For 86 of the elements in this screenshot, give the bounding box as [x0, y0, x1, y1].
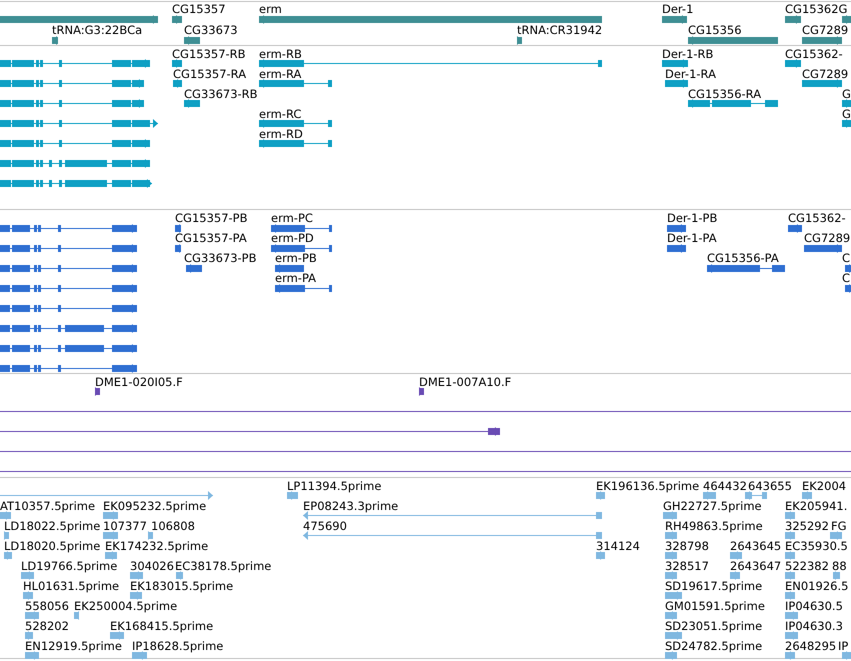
- feature-label: IP: [838, 639, 848, 653]
- feature-label: IP04630.5: [785, 599, 843, 613]
- feature-label: CG7289: [802, 67, 848, 81]
- feature-label: G: [842, 87, 851, 101]
- feature-label: 558056: [25, 599, 69, 613]
- feature-label: EN01926.5: [785, 579, 848, 593]
- feature-label: CG15357-RB: [172, 47, 246, 61]
- feature-label: Der-1: [662, 2, 694, 16]
- feature-label: C: [842, 251, 850, 265]
- feature-label: SD24782.5prime: [665, 639, 762, 653]
- feature-label: CG15357-RA: [173, 67, 246, 81]
- feature-label: EK250004.5prime: [74, 599, 178, 613]
- feature-label: AT10357.5prime: [0, 499, 96, 513]
- feature-label: EK183015.5prime: [130, 579, 234, 593]
- feature-label: HL01631.5prime: [23, 579, 120, 593]
- feature-label: erm-RD: [259, 127, 303, 141]
- feature-label: CG15357-PA: [175, 231, 247, 245]
- feature-label: LD18022.5prime: [4, 519, 100, 533]
- feature-label: erm-PA: [275, 271, 316, 285]
- feature-label: CG7289: [804, 231, 850, 245]
- feature-label: 2648295: [785, 639, 836, 653]
- feature-label: erm: [259, 2, 282, 16]
- feature-label: CG15357-PB: [175, 211, 248, 225]
- feature-label: EP08243.3prime: [303, 499, 398, 513]
- feature-label: 464432: [703, 479, 747, 493]
- feature-label: C: [842, 271, 850, 285]
- feature-label: CG15362-: [788, 211, 846, 225]
- feature-label: 314124: [596, 539, 640, 553]
- feature-label: IP04630.3: [785, 619, 843, 633]
- feature-label: EK205941.: [785, 499, 848, 513]
- feature-label: EK2004: [802, 479, 846, 493]
- feature-label: EN12919.5prime: [25, 639, 122, 653]
- feature-label: EK168415.5prime: [110, 619, 214, 633]
- feature-label: FG: [831, 519, 847, 533]
- feature-label: CG7289: [802, 23, 848, 37]
- feature-label: 643655: [748, 479, 792, 493]
- feature-label: 2643647: [730, 559, 782, 573]
- feature-label: SD23051.5prime: [665, 619, 762, 633]
- feature-label: 475690: [303, 519, 347, 533]
- feature-label: 2643645: [730, 539, 782, 553]
- feature-label: SD19617.5prime: [665, 579, 762, 593]
- feature-label: LD19766.5prime: [21, 559, 118, 573]
- feature-label: erm-PD: [271, 231, 314, 245]
- feature-label: G: [842, 107, 851, 121]
- feature-label: CG15357: [172, 2, 226, 16]
- feature-label: LD18020.5prime: [4, 539, 100, 553]
- feature-label: 88: [832, 559, 847, 573]
- feature-label: erm-PC: [271, 211, 313, 225]
- feature-label: 325292: [785, 519, 829, 533]
- feature-label: CG33673: [184, 23, 238, 37]
- feature-label: 522382: [785, 559, 829, 573]
- feature-label: DME1-020I05.F: [95, 375, 183, 389]
- feature-label: EK095232.5prime: [103, 499, 206, 513]
- feature-label: tRNA:G3:22BCa: [52, 23, 142, 37]
- feature-label: Der-1-PB: [667, 211, 718, 225]
- feature-label: CG15356-PA: [707, 251, 779, 265]
- feature-label: 304026: [130, 559, 174, 573]
- feature-label: 328798: [665, 539, 709, 553]
- feature-label: EC35930.5: [785, 539, 848, 553]
- feature-label: CG15362-: [785, 47, 843, 61]
- feature-label: tRNA:CR31942: [517, 23, 602, 37]
- feature-label: 328517: [665, 559, 709, 573]
- feature-label: GH22727.5prime: [663, 499, 762, 513]
- feature-label: EK196136.5prime: [596, 479, 700, 493]
- feature-label: Der-1-PA: [667, 231, 717, 245]
- feature-label: erm-PB: [275, 251, 317, 265]
- feature-label: erm-RA: [259, 67, 302, 81]
- feature-label: Der-1-RB: [662, 47, 714, 61]
- feature-label: Der-1-RA: [665, 67, 716, 81]
- feature-label: CG15356-RA: [688, 87, 762, 101]
- feature-label: GM01591.5prime: [665, 599, 765, 613]
- feature-label: IP18628.5prime: [132, 639, 224, 653]
- feature-label: erm-RC: [259, 107, 302, 121]
- feature-label: 528202: [25, 619, 69, 633]
- feature-label: EC38178.5prime: [175, 559, 272, 573]
- feature-label: CG33673-RB: [184, 87, 258, 101]
- feature-label: EK174232.5prime: [105, 539, 208, 553]
- feature-label: RH49863.5prime: [665, 519, 763, 533]
- feature-label: 107377: [103, 519, 147, 533]
- feature-label: DME1-007A10.F: [419, 375, 512, 389]
- feature-label: LP11394.5prime: [287, 479, 382, 493]
- feature-label: 106808: [151, 519, 195, 533]
- feature-label: CG15356: [688, 23, 742, 37]
- feature-label: erm-RB: [259, 47, 302, 61]
- feature-label: CG33673-PB: [184, 251, 256, 265]
- feature-label: CG15362G: [785, 2, 848, 16]
